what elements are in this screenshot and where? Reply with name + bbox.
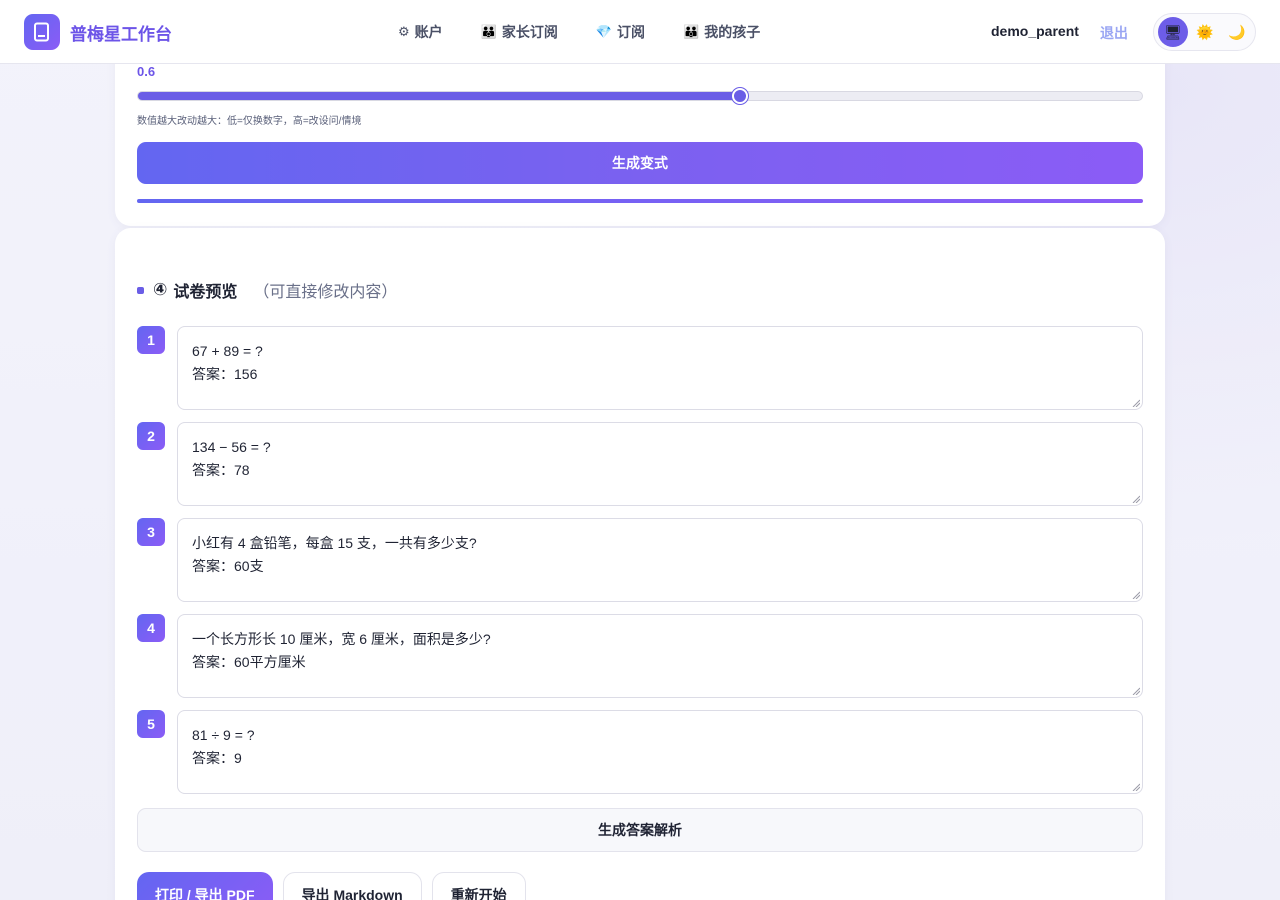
question-number-badge: 5 — [137, 710, 165, 738]
top-navbar: 普梅星工作台 ⚙ 账户 👪 家长订阅 💎 订阅 👪 我的孩子 demo_pare… — [0, 0, 1280, 64]
question-item: 4 一个长方形长 10 厘米，宽 6 厘米，面积是多少? 答案：60平方厘米 — [137, 614, 1143, 698]
username: demo_parent — [991, 23, 1079, 39]
variation-level-value: 0.6 — [137, 64, 156, 79]
nav-item-label: 家长订阅 — [501, 24, 558, 40]
brand-name: 普梅星工作台 — [70, 24, 172, 44]
question-textarea[interactable]: 小红有 4 盒铅笔，每盒 15 支，一共有多少支? 答案：60支 — [177, 518, 1143, 602]
generation-progress-bar — [137, 199, 1143, 203]
question-textarea[interactable]: 81 ÷ 9 = ? 答案：9 — [177, 710, 1143, 794]
family-icon: 👪 — [683, 24, 700, 39]
resize-grip-icon[interactable] — [1132, 783, 1140, 791]
resize-grip-icon[interactable] — [1132, 591, 1140, 599]
print-export-pdf-button[interactable]: 打印 / 导出 PDF — [137, 872, 273, 900]
dark-theme-icon[interactable]: 🌙 — [1222, 17, 1252, 47]
question-textarea[interactable]: 67 + 89 = ? 答案：156 — [177, 326, 1143, 410]
variation-level-hint: 数值越大改动越大：低=仅换数字，高=改设问/情境 — [137, 116, 362, 127]
exam-preview-card: ④ 试卷预览 （可直接修改内容） 1 67 + 89 = ? 答案：156 2 … — [115, 228, 1165, 900]
bullet-icon — [137, 286, 144, 294]
variation-settings-card: 0.6 数值越大改动越大：低=仅换数字，高=改设问/情境 生成变式 — [115, 40, 1165, 226]
system-theme-icon[interactable]: 🖥 — [1158, 17, 1188, 47]
variation-level-slider[interactable] — [137, 88, 1143, 104]
light-theme-icon[interactable]: 🌞 — [1190, 17, 1220, 47]
nav-item-label: 我的孩子 — [704, 24, 761, 40]
section-title: 试卷预览 — [173, 284, 238, 301]
question-number-badge: 4 — [137, 614, 165, 642]
nav-item-label: 账户 — [414, 24, 443, 40]
progress-fill — [137, 199, 1143, 203]
step-number: ④ — [153, 280, 168, 299]
resize-grip-icon[interactable] — [1132, 495, 1140, 503]
question-number-badge: 2 — [137, 422, 165, 450]
question-number-badge: 3 — [137, 518, 165, 546]
nav-item-parent-subscription[interactable]: 👪 家长订阅 — [481, 22, 558, 42]
slider-thumb[interactable] — [732, 88, 749, 104]
gear-icon: ⚙ — [398, 24, 410, 39]
question-item: 1 67 + 89 = ? 答案：156 — [137, 326, 1143, 410]
generate-variations-button[interactable]: 生成变式 — [137, 142, 1143, 184]
export-markdown-button[interactable]: 导出 Markdown — [282, 872, 422, 900]
resize-grip-icon[interactable] — [1132, 687, 1140, 695]
theme-switcher: 🖥 🌞 🌙 — [1153, 13, 1256, 51]
resize-grip-icon[interactable] — [1132, 399, 1140, 407]
section-heading: ④ 试卷预览 （可直接修改内容） — [137, 278, 397, 302]
main-nav: ⚙ 账户 👪 家长订阅 💎 订阅 👪 我的孩子 — [398, 22, 798, 42]
question-item: 2 134 − 56 = ? 答案：78 — [137, 422, 1143, 506]
section-subtitle: （可直接修改内容） — [253, 284, 398, 301]
brand[interactable]: 普梅星工作台 — [24, 14, 172, 50]
question-item: 3 小红有 4 盒铅笔，每盒 15 支，一共有多少支? 答案：60支 — [137, 518, 1143, 602]
nav-item-account[interactable]: ⚙ 账户 — [398, 22, 443, 42]
generate-answers-button[interactable]: 生成答案解析 — [137, 808, 1143, 852]
logout-link[interactable]: 退出 — [1100, 23, 1128, 43]
slider-fill — [138, 92, 741, 100]
question-textarea[interactable]: 一个长方形长 10 厘米，宽 6 厘米，面积是多少? 答案：60平方厘米 — [177, 614, 1143, 698]
question-textarea[interactable]: 134 − 56 = ? 答案：78 — [177, 422, 1143, 506]
nav-item-label: 订阅 — [617, 24, 646, 40]
question-item: 5 81 ÷ 9 = ? 答案：9 — [137, 710, 1143, 794]
question-number-badge: 1 — [137, 326, 165, 354]
nav-item-subscription[interactable]: 💎 订阅 — [596, 22, 645, 42]
book-icon — [24, 14, 60, 50]
restart-button[interactable]: 重新开始 — [431, 872, 526, 900]
nav-item-my-children[interactable]: 👪 我的孩子 — [683, 22, 760, 42]
family-icon: 👪 — [480, 24, 497, 39]
export-actions: 打印 / 导出 PDF 导出 Markdown 重新开始 — [137, 872, 536, 900]
diamond-icon: 💎 — [595, 24, 613, 39]
